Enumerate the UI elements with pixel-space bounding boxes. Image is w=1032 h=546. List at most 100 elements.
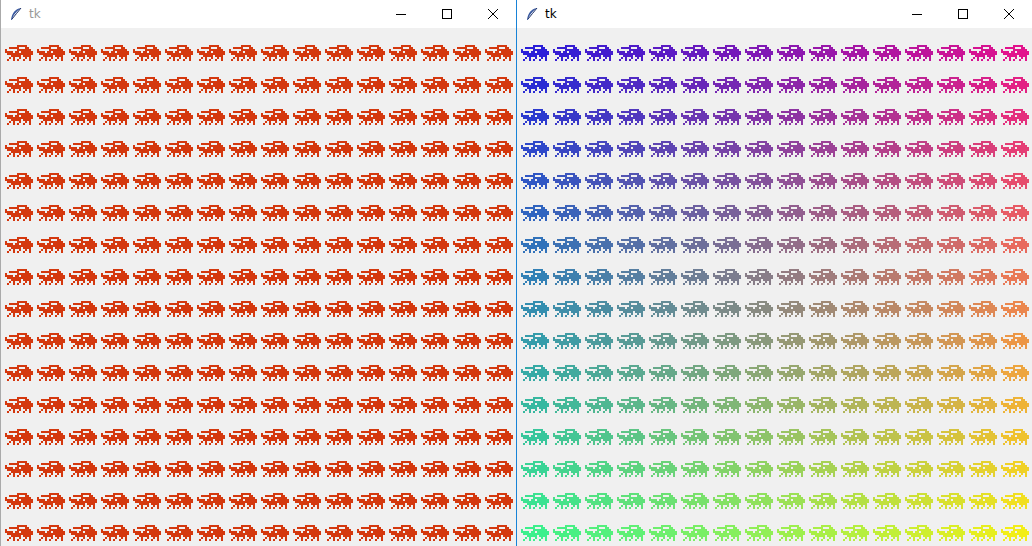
bug-sprite-icon: [681, 525, 709, 541]
bug-sprite-icon: [69, 77, 97, 93]
bug-sprite-icon: [681, 237, 709, 253]
bug-sprite-icon: [585, 493, 613, 509]
bug-sprite-icon: [293, 77, 321, 93]
title-bar[interactable]: tk: [1, 0, 516, 28]
bug-sprite-icon: [165, 205, 193, 221]
bug-sprite-icon: [389, 141, 417, 157]
app-window[interactable]: tk: [516, 0, 1032, 546]
bug-sprite-icon: [1001, 173, 1029, 189]
bug-sprite-icon: [745, 173, 773, 189]
bug-sprite-icon: [165, 429, 193, 445]
bug-sprite-icon: [745, 141, 773, 157]
bug-sprite-icon: [553, 493, 581, 509]
bug-sprite-icon: [617, 493, 645, 509]
bug-sprite-icon: [101, 269, 129, 285]
bug-sprite-icon: [649, 429, 677, 445]
bug-sprite-icon: [1001, 365, 1029, 381]
bug-sprite-icon: [873, 301, 901, 317]
bug-sprite-icon: [485, 77, 513, 93]
bug-sprite-icon: [1001, 429, 1029, 445]
bug-sprite-icon: [421, 269, 449, 285]
close-button[interactable]: [470, 0, 516, 28]
bug-sprite-icon: [197, 141, 225, 157]
bug-sprite-icon: [165, 109, 193, 125]
bug-sprite-icon: [485, 173, 513, 189]
minimize-button[interactable]: [378, 0, 424, 28]
bug-sprite-icon: [649, 397, 677, 413]
bug-sprite-icon: [777, 77, 805, 93]
bug-sprite-icon: [229, 461, 257, 477]
bug-sprite-icon: [1001, 205, 1029, 221]
bug-sprite-icon: [617, 269, 645, 285]
bug-sprite-icon: [389, 365, 417, 381]
bug-sprite-icon: [681, 109, 709, 125]
bug-sprite-icon: [617, 237, 645, 253]
close-icon: [488, 9, 498, 19]
bug-sprite-icon: [521, 333, 549, 349]
bug-sprite-icon: [5, 429, 33, 445]
title-bar[interactable]: tk: [517, 0, 1032, 28]
bug-sprite-icon: [421, 461, 449, 477]
bug-sprite-icon: [937, 525, 965, 541]
minimize-icon: [396, 9, 406, 19]
bug-sprite-icon: [969, 141, 997, 157]
bug-sprite-icon: [777, 365, 805, 381]
feather-icon: [525, 7, 539, 21]
bug-sprite-icon: [1001, 461, 1029, 477]
bug-sprite-icon: [261, 301, 289, 317]
bug-sprite-icon: [293, 333, 321, 349]
bug-sprite-icon: [421, 173, 449, 189]
bug-sprite-icon: [969, 109, 997, 125]
bug-sprite-icon: [325, 525, 353, 541]
bug-sprite-icon: [745, 237, 773, 253]
maximize-button[interactable]: [424, 0, 470, 28]
bug-sprite-icon: [453, 269, 481, 285]
bug-sprite-icon: [841, 333, 869, 349]
bug-sprite-icon: [905, 141, 933, 157]
bug-sprite-icon: [421, 141, 449, 157]
bug-sprite-icon: [681, 301, 709, 317]
bug-sprite-icon: [649, 237, 677, 253]
bug-sprite-icon: [521, 141, 549, 157]
bug-sprite-icon: [261, 493, 289, 509]
bug-sprite-icon: [905, 365, 933, 381]
bug-sprite-icon: [357, 365, 385, 381]
bug-sprite-icon: [389, 109, 417, 125]
bug-sprite-icon: [69, 269, 97, 285]
bug-sprite-icon: [873, 365, 901, 381]
bug-sprite-icon: [713, 109, 741, 125]
bug-sprite-icon: [357, 333, 385, 349]
bug-sprite-icon: [197, 493, 225, 509]
bug-sprite-icon: [905, 429, 933, 445]
minimize-button[interactable]: [894, 0, 940, 28]
bug-sprite-icon: [293, 461, 321, 477]
bug-sprite-icon: [969, 461, 997, 477]
bug-sprite-icon: [261, 269, 289, 285]
bug-sprite-icon: [69, 141, 97, 157]
bug-sprite-icon: [713, 45, 741, 61]
bug-sprite-icon: [325, 301, 353, 317]
app-window[interactable]: tk: [0, 0, 516, 546]
desktop: tktk: [0, 0, 1032, 546]
bug-sprite-icon: [905, 301, 933, 317]
bug-sprite-icon: [777, 141, 805, 157]
bug-sprite-icon: [681, 333, 709, 349]
bug-sprite-icon: [5, 397, 33, 413]
bug-sprite-icon: [521, 109, 549, 125]
bug-sprite-icon: [133, 77, 161, 93]
bug-sprite-icon: [905, 173, 933, 189]
bug-sprite-icon: [841, 141, 869, 157]
bug-sprite-icon: [585, 429, 613, 445]
bug-sprite-icon: [389, 333, 417, 349]
bug-sprite-icon: [5, 45, 33, 61]
bug-sprite-icon: [585, 45, 613, 61]
close-button[interactable]: [986, 0, 1032, 28]
bug-sprite-icon: [5, 461, 33, 477]
bug-sprite-icon: [389, 525, 417, 541]
bug-sprite-icon: [713, 429, 741, 445]
maximize-button[interactable]: [940, 0, 986, 28]
bug-sprite-icon: [485, 45, 513, 61]
bug-sprite-icon: [389, 461, 417, 477]
bug-sprite-icon: [229, 141, 257, 157]
bug-sprite-icon: [553, 45, 581, 61]
